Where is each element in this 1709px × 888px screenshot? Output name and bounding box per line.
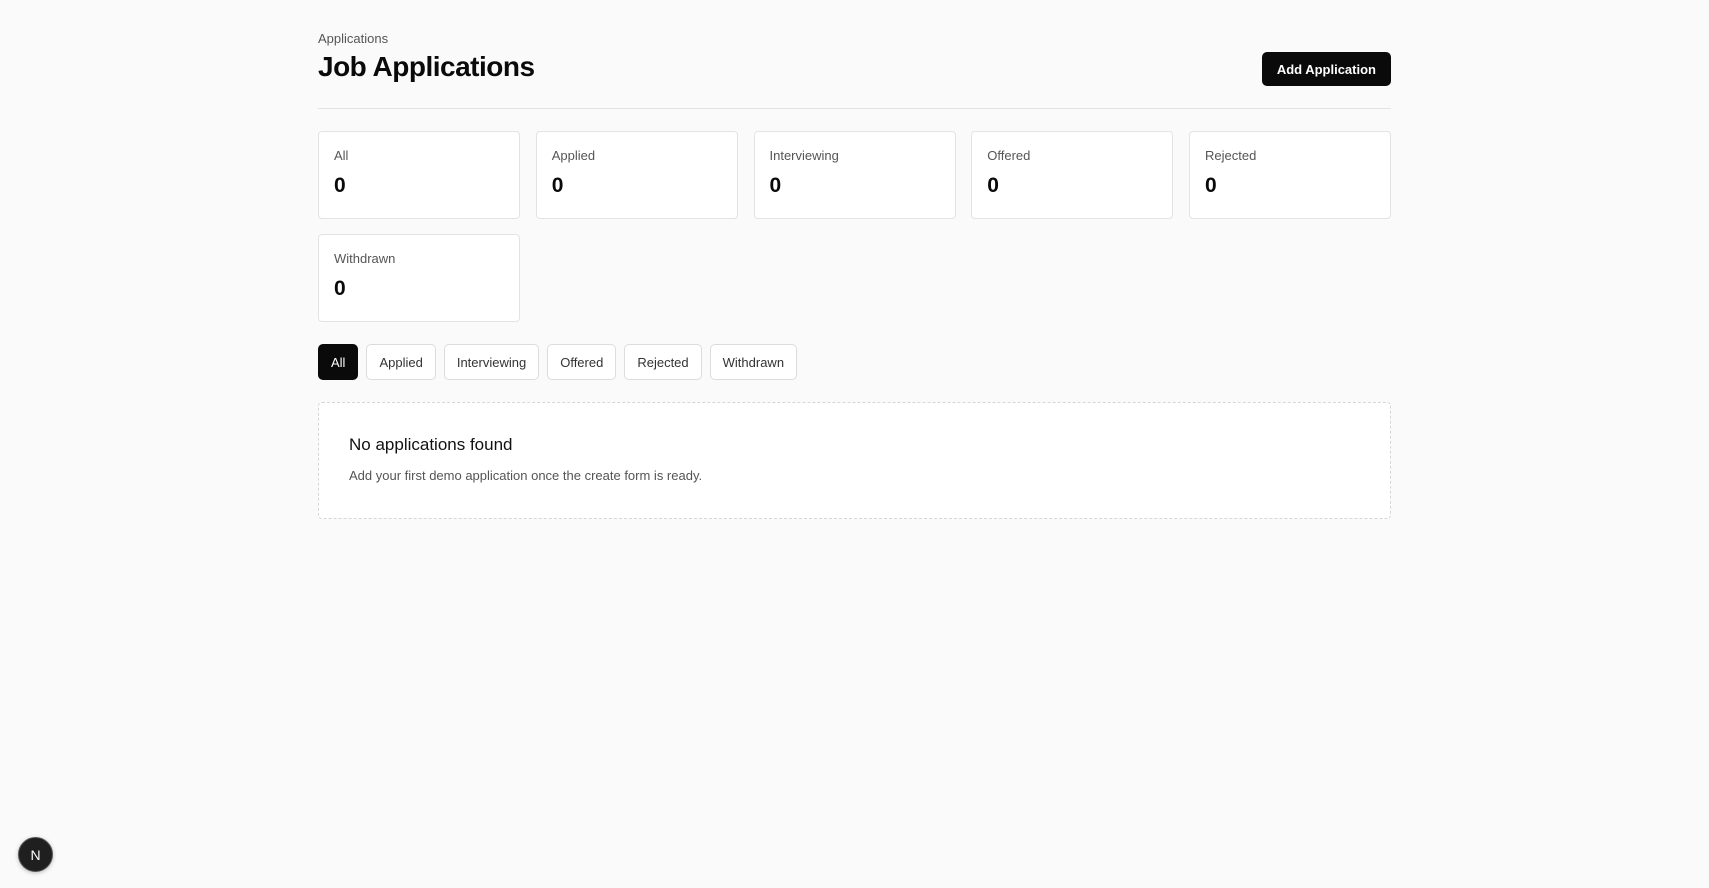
stat-value: 0 xyxy=(1205,174,1217,197)
stat-label: Withdrawn xyxy=(334,251,396,266)
filter-all[interactable]: All xyxy=(318,344,359,380)
stat-label: Applied xyxy=(551,148,596,163)
stat-label: Interviewing xyxy=(769,148,839,163)
filter-offered[interactable]: Offered xyxy=(547,344,617,380)
nextjs-logo-icon[interactable]: N xyxy=(18,837,53,872)
stat-card-interviewing: Interviewing 0 xyxy=(753,131,956,219)
page: Applications Job Applications Add Applic… xyxy=(0,0,1709,888)
status-filter-tabs: All Applied Interviewing Offered Rejecte… xyxy=(318,344,798,380)
stat-label: All xyxy=(334,148,349,163)
stat-value: 0 xyxy=(334,277,346,300)
stat-card-withdrawn: Withdrawn 0 xyxy=(318,234,520,322)
stat-value: 0 xyxy=(334,174,346,197)
add-application-button[interactable]: Add Application xyxy=(1261,52,1391,86)
empty-state-title: No applications found xyxy=(349,435,513,454)
filter-withdrawn[interactable]: Withdrawn xyxy=(709,344,798,380)
stat-value: 0 xyxy=(987,174,999,197)
stat-label: Offered xyxy=(987,148,1031,163)
stats-grid: All 0 Applied 0 Interviewing 0 Offered 0… xyxy=(318,131,1391,322)
breadcrumb: Applications xyxy=(318,31,389,46)
empty-state-description: Add your first demo application once the… xyxy=(349,468,703,483)
stat-value: 0 xyxy=(769,174,782,197)
stat-value: 0 xyxy=(551,174,564,197)
stat-card-applied: Applied 0 xyxy=(535,131,738,219)
page-header: Applications Job Applications xyxy=(318,30,535,84)
empty-state: No applications found Add your first dem… xyxy=(318,402,1391,519)
stat-card-offered: Offered 0 xyxy=(971,131,1174,219)
filter-rejected[interactable]: Rejected xyxy=(624,344,702,380)
page-title: Job Applications xyxy=(318,51,535,82)
header-divider xyxy=(318,108,1391,109)
stat-label: Rejected xyxy=(1205,148,1257,163)
filter-applied[interactable]: Applied xyxy=(366,344,436,380)
filter-interviewing[interactable]: Interviewing xyxy=(443,344,540,380)
stat-card-all: All 0 xyxy=(318,131,520,219)
stat-card-rejected: Rejected 0 xyxy=(1189,131,1391,219)
